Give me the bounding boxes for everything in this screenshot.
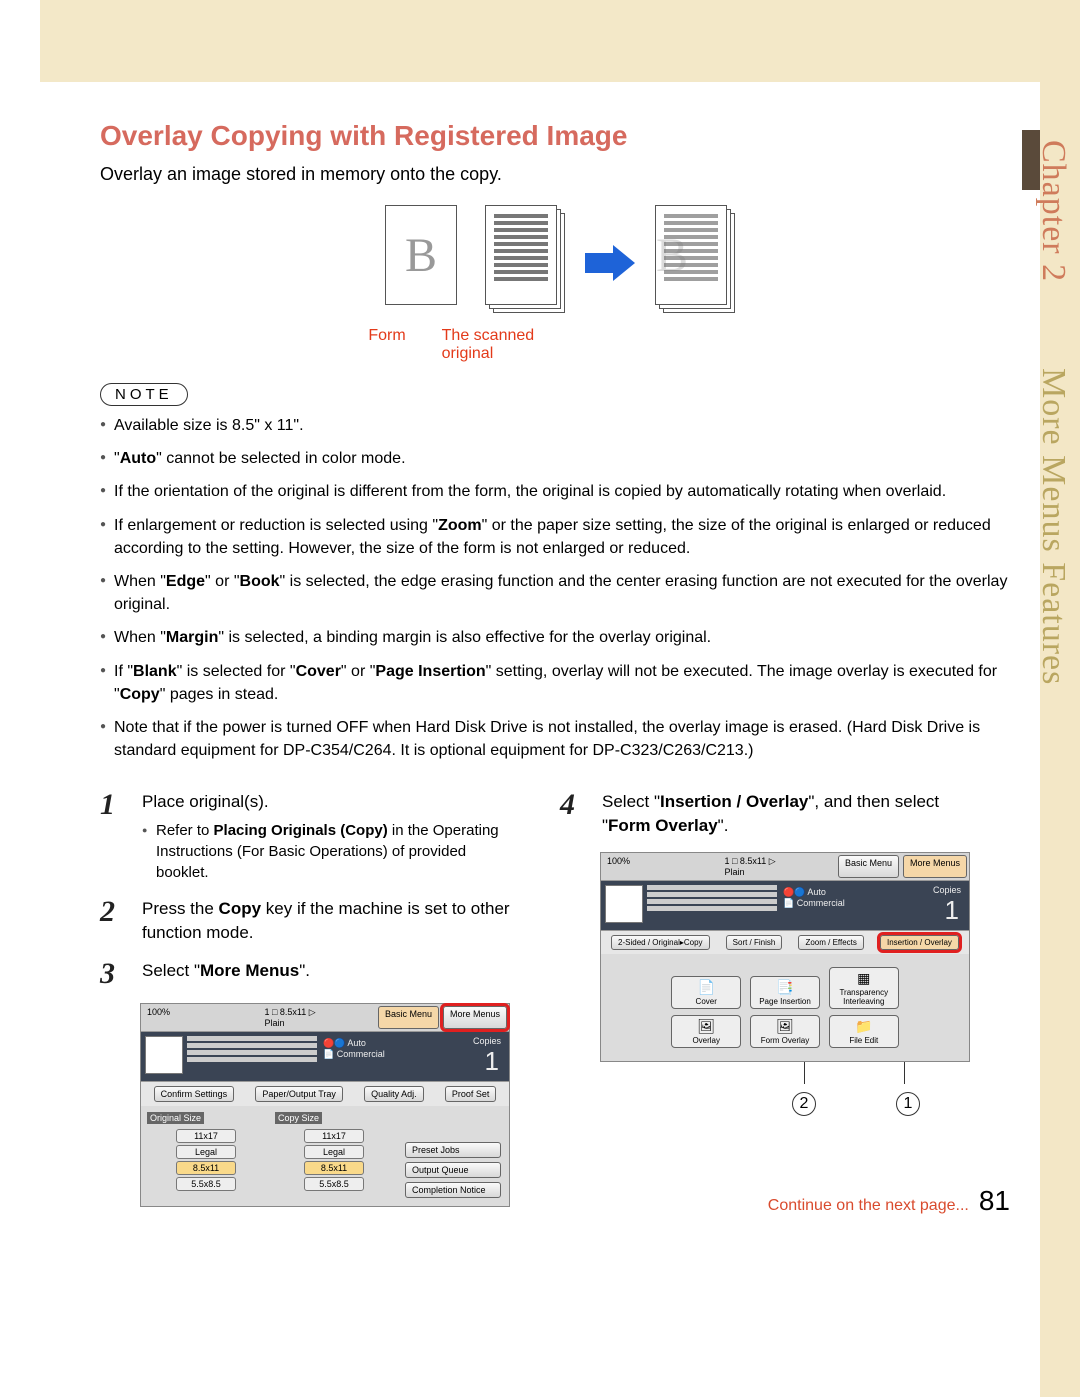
confirm-button[interactable]: Confirm Settings	[154, 1086, 235, 1102]
file-edit-button[interactable]: 📁File Edit	[829, 1015, 899, 1048]
step-4: 4 Select "Insertion / Overlay", and then…	[560, 790, 980, 838]
tab-insertion[interactable]: Insertion / Overlay	[880, 935, 959, 950]
note-item: If the orientation of the original is di…	[100, 480, 1020, 503]
step-2: 2 Press the Copy key if the machine is s…	[100, 897, 520, 945]
page-title: Overlay Copying with Registered Image	[100, 120, 1020, 152]
cover-button[interactable]: 📄Cover	[671, 976, 741, 1009]
preview-thumb	[145, 1036, 183, 1074]
tab-sort[interactable]: Sort / Finish	[726, 935, 783, 950]
left-column: 1 Place original(s). Refer to Placing Or…	[100, 790, 520, 1206]
section-label: More Menus Features	[1034, 368, 1072, 685]
step-3: 3 Select "More Menus".	[100, 959, 520, 989]
callout-2: 2	[792, 1092, 816, 1116]
page-insertion-icon: 📑	[751, 979, 819, 997]
note-item: If "Blank" is selected for "Cover" or "P…	[100, 660, 1020, 706]
screenshot-1: 100% 1 □ 8.5x11 ▷Plain Basic Menu More M…	[140, 1003, 510, 1207]
top-bar	[40, 0, 1040, 82]
paper-tray-button[interactable]: Paper/Output Tray	[255, 1086, 343, 1102]
right-sidebar: Chapter 2 More Menus Features	[1040, 0, 1080, 1397]
note-item: When "Margin" is selected, a binding mar…	[100, 626, 1020, 649]
cover-icon: 📄	[672, 979, 740, 997]
note-item: "Auto" cannot be selected in color mode.	[100, 447, 1020, 470]
tab-2sided[interactable]: 2-Sided / Original▸Copy	[611, 935, 710, 950]
note-item: Available size is 8.5" x 11".	[100, 414, 1020, 437]
form-overlay-button[interactable]: 🖼Form Overlay	[750, 1015, 820, 1048]
note-item: Note that if the power is turned OFF whe…	[100, 716, 1020, 762]
transparency-button[interactable]: ▦Transparency Interleaving	[829, 967, 899, 1009]
arrow-icon	[585, 245, 635, 281]
proof-button[interactable]: Proof Set	[445, 1086, 497, 1102]
overlay-icon: 🖼	[672, 1018, 740, 1036]
form-label: Form	[368, 327, 405, 363]
form-page: B	[385, 205, 465, 315]
basic-menu-button[interactable]: Basic Menu	[838, 855, 899, 878]
scanned-pages	[485, 205, 565, 315]
result-pages: B	[655, 205, 735, 315]
scanned-label: The scanned original	[442, 327, 552, 363]
callout-1: 1	[896, 1092, 920, 1116]
completion-button[interactable]: Completion Notice	[405, 1182, 501, 1198]
transparency-icon: ▦	[830, 970, 898, 988]
note-item: If enlargement or reduction is selected …	[100, 514, 1020, 560]
page-content: Overlay Copying with Registered Image Ov…	[100, 120, 1020, 1207]
page-insertion-button[interactable]: 📑Page Insertion	[750, 976, 820, 1009]
overlay-diagram: B B	[100, 205, 1020, 315]
notes-list: Available size is 8.5" x 11". "Auto" can…	[100, 414, 1020, 762]
steps-columns: 1 Place original(s). Refer to Placing Or…	[100, 790, 1020, 1206]
more-menus-button[interactable]: More Menus	[903, 855, 967, 878]
tab-zoom[interactable]: Zoom / Effects	[798, 935, 863, 950]
preset-button[interactable]: Preset Jobs	[405, 1142, 501, 1158]
more-menus-button[interactable]: More Menus	[443, 1006, 507, 1029]
overlay-button[interactable]: 🖼Overlay	[671, 1015, 741, 1048]
page-footer: Continue on the next page... 81	[768, 1185, 1010, 1217]
callouts: 2 1	[560, 1092, 980, 1116]
basic-menu-button[interactable]: Basic Menu	[378, 1006, 439, 1029]
continue-text: Continue on the next page...	[768, 1197, 969, 1215]
preview-thumb	[605, 885, 643, 923]
step-1: 1 Place original(s). Refer to Placing Or…	[100, 790, 520, 883]
step-1-sub: Refer to Placing Originals (Copy) in the…	[142, 820, 520, 883]
note-item: When "Edge" or "Book" is selected, the e…	[100, 570, 1020, 616]
right-column: 4 Select "Insertion / Overlay", and then…	[560, 790, 980, 1206]
callout-lines	[560, 1062, 980, 1084]
page-number: 81	[979, 1185, 1010, 1217]
intro-text: Overlay an image stored in memory onto t…	[100, 164, 1020, 185]
screenshot-2: 100% 1 □ 8.5x11 ▷Plain Basic Menu More M…	[600, 852, 970, 1062]
diagram-labels: Form The scanned original	[100, 327, 1020, 363]
note-pill: NOTE	[100, 383, 188, 406]
file-edit-icon: 📁	[830, 1018, 898, 1036]
tab-marker	[1022, 130, 1040, 190]
quality-button[interactable]: Quality Adj.	[364, 1086, 424, 1102]
form-overlay-icon: 🖼	[751, 1018, 819, 1036]
queue-button[interactable]: Output Queue	[405, 1162, 501, 1178]
